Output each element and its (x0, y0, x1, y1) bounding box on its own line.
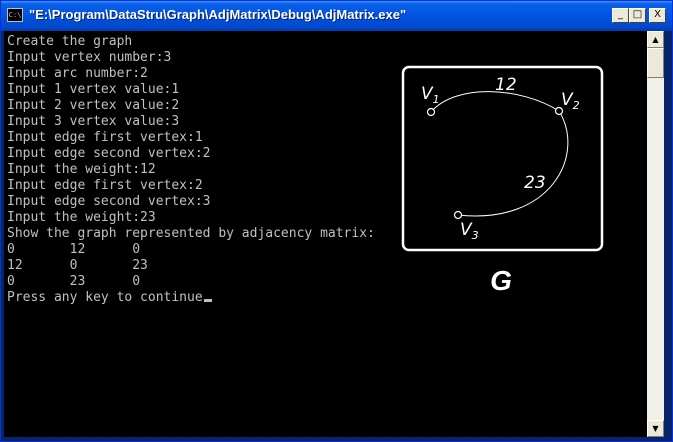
console-line: Create the graph (7, 34, 133, 49)
matrix-row: 0 12 0 (7, 242, 141, 257)
console-line: Show the graph represented by adjacency … (7, 226, 375, 241)
console-window: C:\ "E:\Program\DataStru\Graph\AdjMatrix… (0, 0, 673, 442)
text-cursor (203, 299, 212, 302)
console-line: Input 2 vertex value:2 (7, 98, 180, 113)
edge-weight-12: 12 (495, 75, 517, 95)
console-line: Input the weight:23 (7, 210, 156, 225)
scroll-thumb[interactable] (647, 48, 664, 78)
title-bar[interactable]: C:\ "E:\Program\DataStru\Graph\AdjMatrix… (1, 1, 672, 31)
console-line: Input 3 vertex value:3 (7, 114, 180, 129)
console-line: Input edge second vertex:2 (7, 146, 211, 161)
console-text: Create the graph Input vertex number:3 I… (7, 34, 375, 306)
console-prompt: Press any key to continue (7, 290, 203, 305)
vertical-scrollbar[interactable]: ▲ ▼ (647, 31, 664, 437)
close-button[interactable]: X (649, 8, 666, 23)
vertex-v1 (426, 107, 436, 117)
vertex-label-v3: V3 (460, 220, 479, 242)
window-title: "E:\Program\DataStru\Graph\AdjMatrix\Deb… (29, 7, 407, 22)
graph-diagram: V1 V2 V3 12 23 G (401, 65, 604, 296)
edge-v2-v3 (457, 110, 569, 217)
console-line: Input edge first vertex:2 (7, 178, 203, 193)
console-line: Input arc number:2 (7, 66, 148, 81)
vertex-v3 (453, 210, 463, 220)
console-app-icon[interactable]: C:\ (7, 8, 23, 22)
scroll-up-button[interactable]: ▲ (647, 31, 664, 48)
edge-weight-23: 23 (524, 173, 546, 193)
console-line: Input vertex number:3 (7, 50, 172, 65)
console-line: Input edge first vertex:1 (7, 130, 203, 145)
matrix-row: 0 23 0 (7, 274, 141, 289)
console-line: Input edge second vertex:3 (7, 194, 211, 209)
console-line: Input the weight:12 (7, 162, 156, 177)
matrix-row: 12 0 23 (7, 258, 148, 273)
graph-caption: G (490, 265, 512, 296)
minimize-button[interactable]: _ (612, 8, 629, 23)
maximize-button[interactable]: □ (629, 8, 646, 23)
scroll-down-button[interactable]: ▼ (647, 420, 664, 437)
vertex-label-v1: V1 (421, 84, 440, 106)
console-line: Input 1 vertex value:1 (7, 82, 180, 97)
vertex-label-v2: V2 (561, 90, 580, 112)
